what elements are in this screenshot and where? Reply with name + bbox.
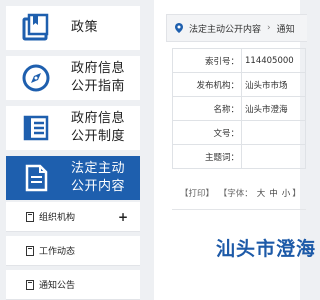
expand-plus-icon[interactable]: +: [118, 210, 128, 224]
nav-info-guide[interactable]: 政府信息 公开指南: [6, 56, 140, 100]
document-title: 汕头市澄海: [216, 238, 317, 260]
table-row: 文号：: [172, 120, 306, 145]
nav-info-system-label: 政府信息 公开制度: [71, 111, 126, 144]
publisher-value: 汕头市市场: [241, 72, 306, 97]
table-row: 名称： 汕头市澄海: [172, 96, 306, 121]
font-size-label: 【字体：: [218, 189, 253, 199]
name-key: 名称：: [172, 96, 242, 121]
document-number-key: 文号：: [172, 120, 242, 145]
nav-info-system[interactable]: 政府信息 公开制度: [6, 106, 140, 150]
nav-policy-label: 政策: [71, 20, 99, 35]
index-number-value: 114405000: [241, 48, 306, 73]
nav-statutory-content[interactable]: 法定主动 公开内容: [6, 156, 140, 200]
breadcrumb-item-notice[interactable]: 通知: [277, 22, 295, 35]
nav-info-guide-label: 政府信息 公开指南: [71, 61, 126, 94]
breadcrumb-item-statutory[interactable]: 法定主动公开内容: [189, 22, 261, 35]
page-icon: [26, 245, 34, 256]
sub-item-work-news[interactable]: 工作动态: [6, 236, 140, 266]
page-tools: 【打印】 【字体： 大中小】: [180, 187, 303, 199]
breadcrumb-separator: ›: [267, 23, 271, 33]
table-row: 索引号： 114405000: [172, 48, 306, 73]
document-number-value: [241, 120, 306, 145]
table-row: 主题词：: [172, 144, 306, 169]
nav-policy[interactable]: 政策: [6, 6, 140, 50]
document-icon: [25, 164, 48, 192]
sub-item-label: 通知公告: [39, 281, 76, 291]
nav-statutory-content-label: 法定主动 公开内容: [71, 161, 126, 194]
sub-item-label: 组织机构: [39, 213, 76, 223]
compass-icon: [22, 64, 50, 92]
font-small-link[interactable]: 小: [282, 189, 291, 199]
sub-item-notices[interactable]: 通知公告: [6, 270, 140, 300]
table-row: 发布机构： 汕头市市场: [172, 72, 306, 97]
keywords-key: 主题词：: [172, 144, 242, 169]
page-icon: [26, 211, 34, 222]
print-link[interactable]: 【打印】: [180, 189, 214, 199]
keywords-value: [241, 144, 306, 169]
book-icon: [22, 13, 49, 41]
name-value: 汕头市澄海: [241, 96, 306, 121]
publisher-key: 发布机构：: [172, 72, 242, 97]
location-pin-icon: [175, 23, 183, 33]
breadcrumb: 法定主动公开内容 › 通知: [166, 14, 307, 42]
font-size-close: 】: [292, 189, 301, 199]
font-medium-link[interactable]: 中: [269, 189, 278, 199]
page-icon: [26, 279, 34, 290]
list-document-icon: [23, 115, 49, 141]
sub-item-organization[interactable]: 组织机构 +: [6, 202, 140, 232]
divider: [172, 209, 306, 210]
sidebar: 政策 政府信息 公开指南 政府信息 公开制度 法定主动 公开内容 组织机构 + …: [0, 0, 140, 300]
sub-item-label: 工作动态: [39, 247, 76, 257]
font-large-link[interactable]: 大: [257, 189, 266, 199]
main-content: 法定主动公开内容 › 通知 索引号： 114405000 发布机构： 汕头市市场…: [154, 0, 315, 300]
info-table: 索引号： 114405000 发布机构： 汕头市市场 名称： 汕头市澄海 文号：…: [172, 48, 306, 169]
index-number-key: 索引号：: [172, 48, 242, 73]
